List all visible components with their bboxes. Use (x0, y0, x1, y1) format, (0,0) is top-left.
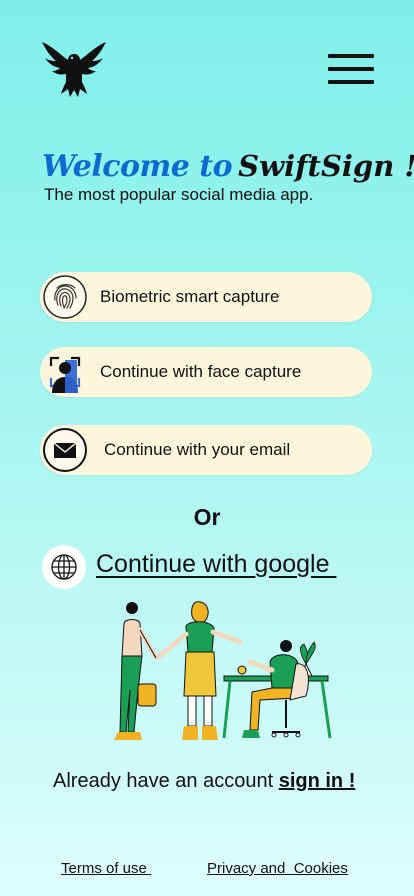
signin-prompt-text: Already have an account (53, 770, 279, 792)
page-title: Welcome to SwiftSign ! (42, 146, 414, 187)
globe-icon[interactable] (42, 545, 86, 589)
biometric-capture-label: Biometric smart capture (100, 287, 280, 306)
people-meeting-illustration (100, 600, 340, 746)
face-capture-button[interactable]: Continue with face capture (40, 347, 372, 397)
face-capture-label: Continue with face capture (100, 362, 302, 381)
menu-bar (328, 54, 374, 58)
title-welcome: Welcome to (42, 149, 233, 184)
envelope-icon (42, 427, 88, 473)
sign-in-link[interactable]: sign in ! (279, 770, 356, 792)
biometric-capture-button[interactable]: Biometric smart capture (40, 272, 372, 322)
menu-bar (328, 67, 374, 71)
eagle-logo-icon (40, 40, 108, 98)
email-signup-button[interactable]: Continue with your email (40, 425, 372, 475)
title-brand: SwiftSign ! (238, 149, 414, 183)
signin-prompt: Already have an account sign in ! (53, 770, 355, 793)
menu-bar (328, 80, 374, 84)
hamburger-menu-icon[interactable] (328, 54, 374, 86)
or-divider: Or (193, 504, 221, 530)
terms-of-use-link[interactable]: Terms of use (61, 860, 151, 877)
continue-with-google-link[interactable]: Continue with google (96, 550, 336, 579)
email-signup-label: Continue with your email (104, 440, 291, 459)
face-scan-icon (42, 349, 88, 395)
page-subtitle: The most popular social media app. (44, 185, 314, 204)
privacy-cookies-link[interactable]: Privacy and Cookies (207, 860, 348, 877)
fingerprint-icon (42, 274, 88, 320)
